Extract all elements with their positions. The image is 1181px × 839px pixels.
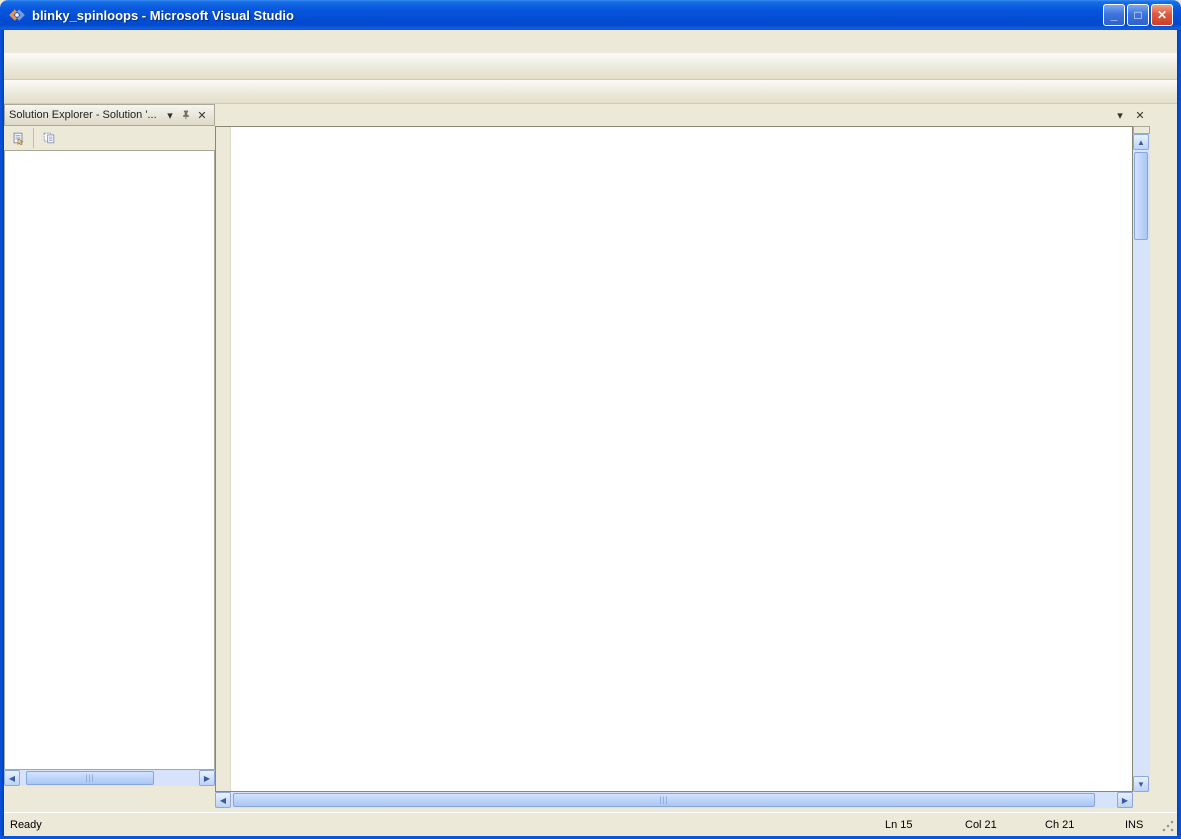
resize-grip[interactable]	[1161, 819, 1175, 833]
panel-close-icon[interactable]: ✕	[194, 107, 210, 123]
scroll-right-icon[interactable]: ▶	[199, 770, 215, 786]
close-button[interactable]: ✕	[1151, 4, 1173, 26]
standard-toolbar	[4, 53, 1177, 80]
editor-hscrollbar[interactable]: ◀ ▶ |||	[215, 792, 1133, 808]
active-files-dropdown-icon[interactable]: ▾	[1112, 107, 1128, 123]
editor-vscrollbar[interactable]: ▲ ▼	[1133, 126, 1150, 792]
tool-window-tabs	[4, 786, 219, 810]
status-line: Ln 15	[885, 819, 965, 831]
scroll-left-icon[interactable]: ◀	[4, 770, 20, 786]
solution-tree	[4, 150, 215, 770]
status-message: Ready	[10, 819, 885, 831]
scroll-thumb[interactable]: |||	[233, 793, 1095, 807]
selection-margin	[216, 127, 231, 791]
scroll-thumb[interactable]	[1134, 152, 1148, 240]
maximize-button[interactable]: □	[1127, 4, 1149, 26]
text-editor-toolbar	[4, 80, 1177, 104]
solution-explorer-toolbar	[4, 126, 215, 150]
scroll-right-icon[interactable]: ▶	[1117, 792, 1133, 808]
status-character: Ch 21	[1045, 819, 1125, 831]
show-all-files-icon[interactable]	[39, 128, 59, 148]
code-editor[interactable]	[215, 126, 1133, 792]
app-icon	[8, 6, 26, 24]
properties-icon[interactable]	[8, 128, 28, 148]
splitter-box[interactable]	[1133, 126, 1150, 134]
window-title: blinky_spinloops - Microsoft Visual Stud…	[32, 8, 1103, 23]
solution-explorer-title: Solution Explorer - Solution '...	[9, 109, 162, 121]
window-position-menu-icon[interactable]: ▾	[162, 107, 178, 123]
vs-window: blinky_spinloops - Microsoft Visual Stud…	[0, 0, 1181, 839]
autohide-tab-strip	[1150, 104, 1177, 808]
window-border-right	[1177, 30, 1181, 839]
solution-explorer-hscrollbar[interactable]: ◀ ▶ |||	[4, 770, 215, 786]
scroll-down-icon[interactable]: ▼	[1133, 776, 1149, 792]
title-bar[interactable]: blinky_spinloops - Microsoft Visual Stud…	[0, 0, 1181, 30]
scrollbar-corner	[1133, 792, 1150, 808]
scroll-up-icon[interactable]: ▲	[1133, 134, 1149, 150]
auto-hide-pin-icon[interactable]	[178, 107, 194, 123]
solution-explorer-header[interactable]: Solution Explorer - Solution '... ▾ ✕	[4, 104, 215, 126]
document-tab-strip	[215, 104, 1150, 126]
status-column: Col 21	[965, 819, 1045, 831]
minimize-button[interactable]: _	[1103, 4, 1125, 26]
solution-explorer-panel: Solution Explorer - Solution '... ▾ ✕ ◀ …	[4, 104, 215, 786]
close-document-icon[interactable]: ✕	[1132, 107, 1148, 123]
status-bar: Ready Ln 15 Col 21 Ch 21 INS	[4, 812, 1177, 836]
editor-group: ▾ ✕ ▲ ▼ ◀ ▶ |||	[215, 104, 1150, 808]
menu-bar	[4, 30, 1177, 53]
scroll-thumb[interactable]: |||	[26, 771, 154, 785]
scroll-left-icon[interactable]: ◀	[215, 792, 231, 808]
